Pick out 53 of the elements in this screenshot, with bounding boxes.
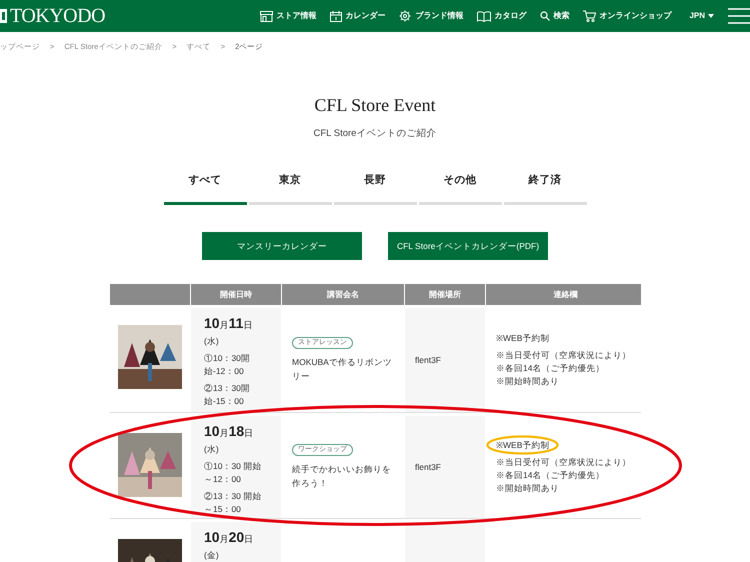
weekday: (水) <box>204 335 220 348</box>
event-name: MOKUBAで作るリボンツリー <box>292 356 393 384</box>
header-cell: 連絡欄 <box>486 284 641 306</box>
event-place: flent3F <box>415 460 441 474</box>
tab[interactable]: 終了済 <box>504 173 586 206</box>
calendar-button[interactable]: CFL Storeイベントカレンダー(PDF) <box>388 232 548 260</box>
nav-link[interactable]: ストア情報 <box>260 10 316 22</box>
note-text: ※当日受付可（空席状況により） <box>496 456 631 470</box>
nav-link[interactable]: カタログ <box>477 10 526 22</box>
header-cell: 開催日時 <box>191 284 281 306</box>
nav-link[interactable]: ブランド情報 <box>399 10 464 22</box>
language-selector[interactable]: JPN <box>689 10 714 22</box>
event-date: 10月20日 <box>204 530 254 546</box>
event-name: 続手でかわいいお飾りを作ろう！ <box>292 463 392 490</box>
book-icon <box>477 10 492 22</box>
page-title: CFL Store Event <box>313 94 437 117</box>
time-text: ～15：00 <box>204 503 242 516</box>
menu-icon[interactable] <box>728 7 750 25</box>
header-cell: 開催場所 <box>405 284 485 306</box>
weekday: (金) <box>204 549 220 562</box>
search-icon <box>540 11 550 21</box>
event-date: 10月18日 <box>204 424 254 440</box>
tab[interactable]: 東京 <box>248 173 332 206</box>
note-text: ※各回14名（ご予約優先） <box>496 362 604 376</box>
tab[interactable]: その他 <box>418 173 502 206</box>
time-text: ～12：00 <box>204 473 242 486</box>
logo-text[interactable]: TOKYODO <box>10 1 106 31</box>
calendar-icon <box>330 10 342 22</box>
calendar-button[interactable]: マンスリーカレンダー <box>202 232 362 260</box>
header-cell: 講習会名 <box>282 284 404 306</box>
nav-link[interactable]: 検索 <box>540 10 570 22</box>
note-text: ※WEB予約制 <box>496 332 550 346</box>
event-place: flent3F <box>415 354 441 367</box>
gear-icon <box>399 10 412 22</box>
cart-icon <box>583 10 596 22</box>
nav-link[interactable]: カレンダー <box>330 10 386 22</box>
nav-link[interactable]: オンラインショップ <box>583 10 672 22</box>
page-subtitle: CFL Storeイベントのご紹介 <box>312 127 438 141</box>
time-text: ①10：30 開始 <box>204 460 262 473</box>
note-text: ※開始時間あり <box>496 375 559 388</box>
tab[interactable]: 長野 <box>334 173 416 206</box>
time-text: ②13：30開始-15：00 <box>204 382 251 408</box>
tab[interactable]: すべて <box>164 173 246 206</box>
note-text: ※各回14名（ご予約優先） <box>496 469 604 482</box>
time-text: ①10：30開始-12：00 <box>204 352 251 378</box>
store-icon <box>260 10 274 22</box>
note-text: ※WEB予約制 <box>496 439 550 452</box>
time-text: ②13：30 開始 <box>204 490 262 503</box>
caret-icon <box>708 14 714 18</box>
weekday: (水) <box>204 443 220 456</box>
note-text: ※開始時間あり <box>496 482 559 496</box>
note-text: ※当日受付可（空席状況により） <box>496 349 631 362</box>
event-date: 10月11日 <box>204 316 254 332</box>
